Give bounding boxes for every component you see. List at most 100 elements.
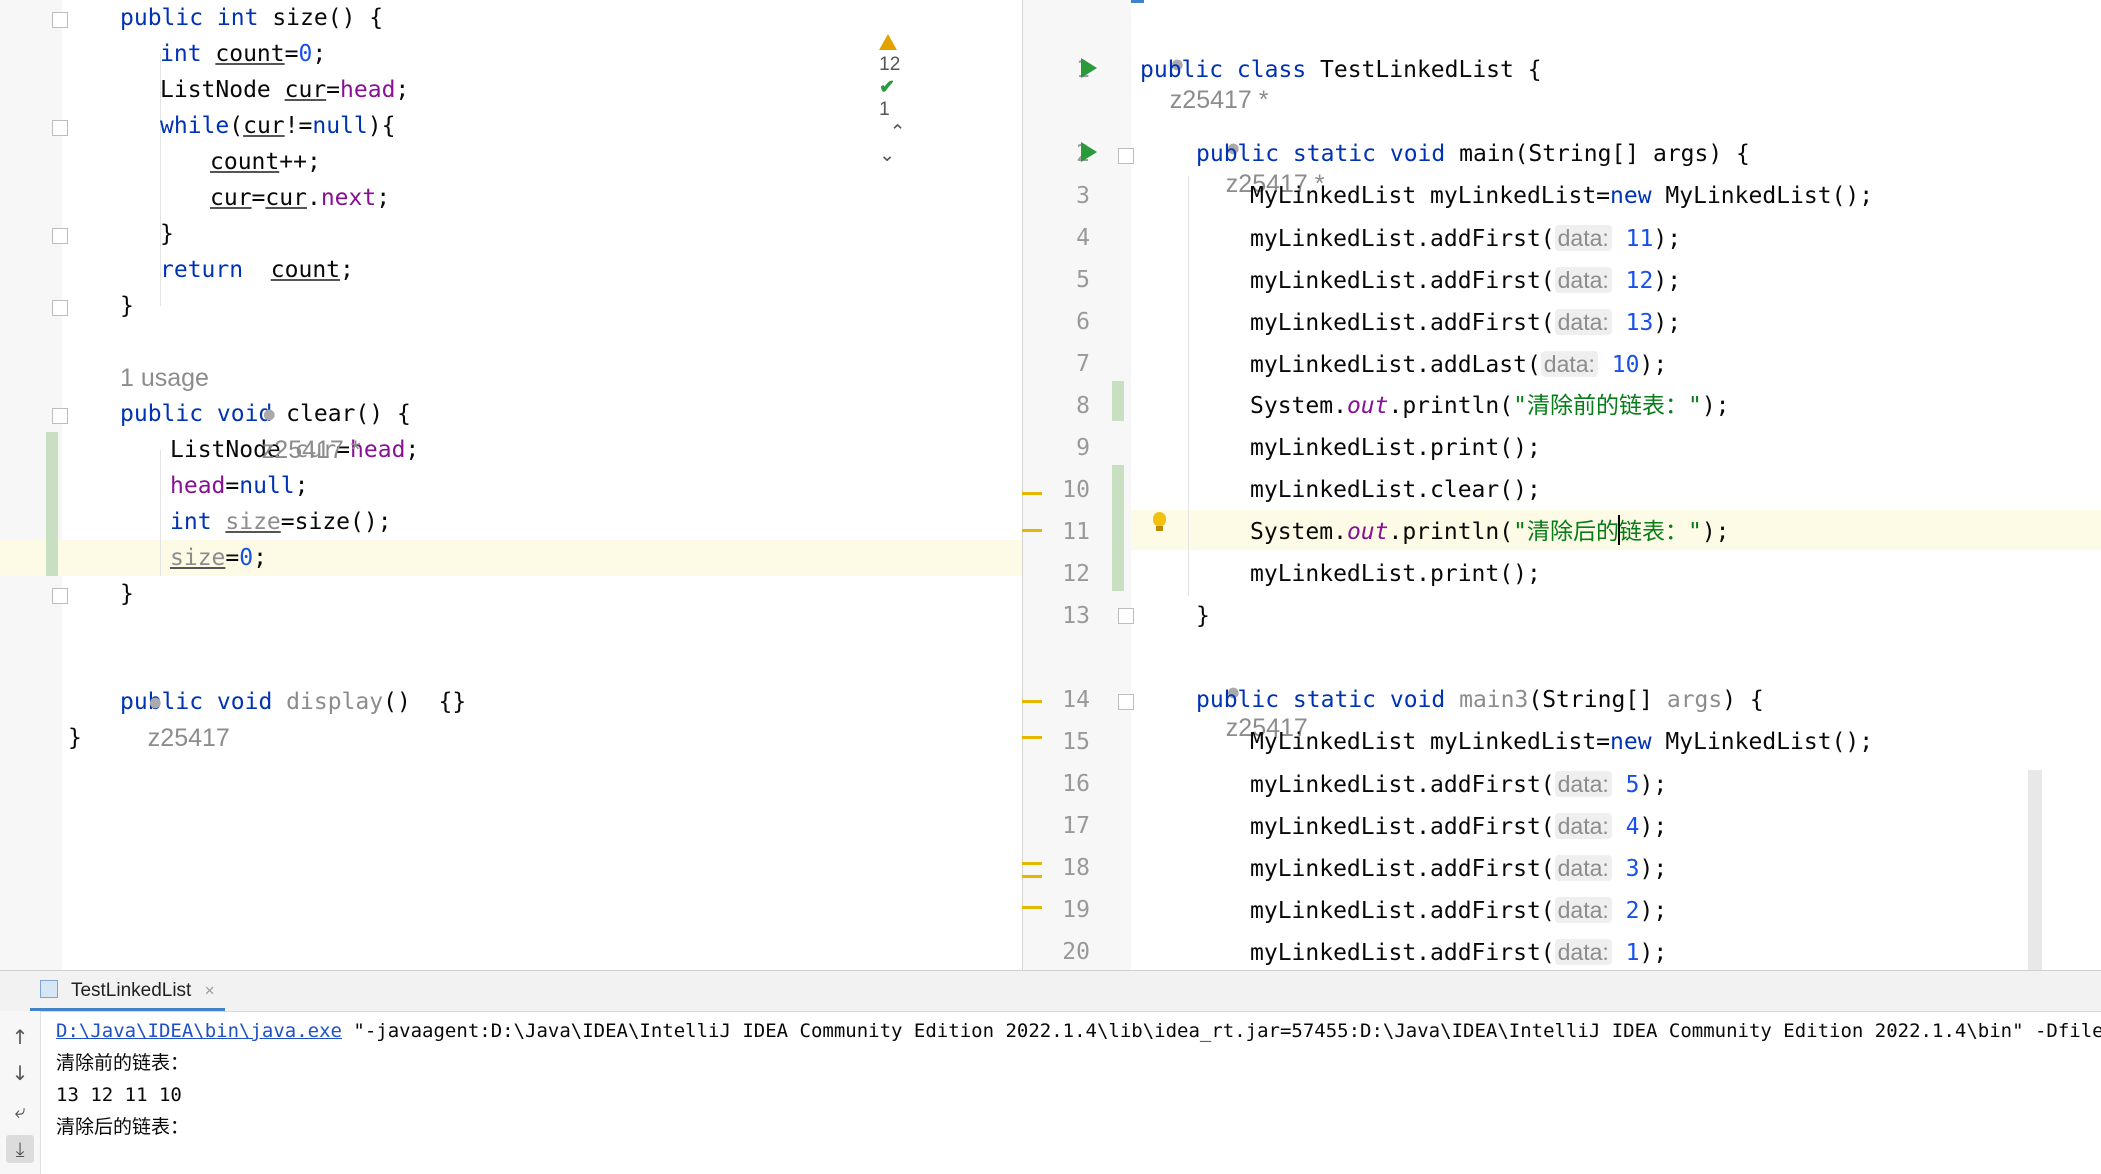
code-line-size-end[interactable]: }: [120, 288, 134, 324]
code-token: data:: [1554, 267, 1612, 293]
code-line-clear[interactable]: myLinkedList.clear();: [1250, 472, 1541, 508]
fold-icon[interactable]: [52, 12, 68, 28]
code-line-new-list[interactable]: MyLinkedList myLinkedList=new MyLinkedLi…: [1250, 178, 1873, 214]
code-line-print-before[interactable]: System.out.println("清除前的链表：");: [1250, 388, 1730, 424]
code-line-add11[interactable]: myLinkedList.addFirst(data: 11);: [1250, 220, 1681, 257]
code-token: head: [340, 77, 396, 103]
code-line-add5[interactable]: myLinkedList.addFirst(data: 5);: [1250, 766, 1667, 803]
run-icon[interactable]: [1081, 142, 1097, 162]
code-token: (String[]: [1528, 687, 1667, 713]
line-number: 7: [1076, 351, 1090, 377]
soft-wrap-icon[interactable]: ⤶: [6, 1097, 34, 1125]
usage-hint[interactable]: 1 usage: [120, 360, 209, 396]
code-token: args: [1666, 687, 1723, 713]
code-token: =: [225, 545, 240, 571]
code-line-add1[interactable]: myLinkedList.addFirst(data: 1);: [1250, 934, 1667, 970]
code-line-add3[interactable]: myLinkedList.addFirst(data: 3);: [1250, 850, 1667, 887]
code-line-main3-sig[interactable]: public static void main3(String[] args) …: [1196, 682, 1764, 718]
code-line-class-sig[interactable]: public class TestLinkedList {: [1140, 52, 1542, 88]
code-token: display: [286, 689, 384, 715]
fold-icon[interactable]: [52, 300, 68, 316]
console-output-line: 清除后的链表：: [56, 1116, 190, 1138]
warning-stripe: [1022, 700, 1042, 703]
scroll-to-end-icon[interactable]: ⤓: [6, 1135, 34, 1163]
code-line-return[interactable]: return count;: [160, 252, 354, 288]
code-line-add4[interactable]: myLinkedList.addFirst(data: 4);: [1250, 808, 1667, 845]
fold-icon[interactable]: [1118, 608, 1134, 624]
code-line-while-end[interactable]: }: [160, 216, 174, 252]
left-editor-pane[interactable]: public int size() {int count=0; ListNode …: [0, 0, 1022, 970]
fold-icon[interactable]: [1118, 148, 1134, 164]
code-token: data:: [1554, 771, 1612, 797]
code-line-cur-next[interactable]: cur=cur.next;: [210, 180, 390, 216]
warning-stripe: [1022, 906, 1042, 909]
warning-stripe: [1022, 862, 1042, 865]
indent-guide: [1188, 176, 1189, 596]
scroll-down-icon[interactable]: ↓: [6, 1059, 34, 1087]
code-token: 3: [1611, 856, 1640, 882]
code-line-print1[interactable]: myLinkedList.print();: [1250, 430, 1541, 466]
console-icon: [40, 980, 58, 998]
fold-icon[interactable]: [52, 120, 68, 136]
code-token: 0: [239, 545, 254, 571]
scroll-marker: [2028, 770, 2042, 970]
run-tab-testlinkedlist[interactable]: TestLinkedList ×: [30, 971, 225, 1011]
code-line-add13[interactable]: myLinkedList.addFirst(data: 13);: [1250, 304, 1681, 341]
code-token: !=: [284, 113, 313, 139]
close-icon[interactable]: ×: [205, 981, 215, 1000]
code-token: );: [1639, 898, 1668, 924]
code-line-cur-decl[interactable]: ListNode cur=head;: [160, 72, 409, 108]
run-tool-window[interactable]: TestLinkedList × ↑ ↓ ⤶ ⤓ D:\Java\IDEA\bi…: [0, 970, 2101, 1174]
line-number: 16: [1062, 771, 1090, 797]
java-exe-link[interactable]: D:\Java\IDEA\bin\java.exe: [56, 1020, 342, 1042]
code-token: MyLinkedList myLinkedList=: [1250, 183, 1611, 209]
code-line-add2[interactable]: myLinkedList.addFirst(data: 2);: [1250, 892, 1667, 929]
code-line-main-sig[interactable]: public static void main(String[] args) {: [1196, 136, 1750, 172]
line-number: 3: [1076, 183, 1090, 209]
code-line-add10[interactable]: myLinkedList.addLast(data: 10);: [1250, 346, 1667, 383]
code-token: myLinkedList.addFirst(: [1250, 814, 1555, 840]
code-line-print2[interactable]: myLinkedList.print();: [1250, 556, 1541, 592]
vcs-change-marker: [46, 432, 58, 576]
right-editor-pane[interactable]: 1 2 3 4 5 6 7 8 9 10 11 12 13 14 15 16 17 18 19 20 ● z25417…: [1022, 0, 2101, 970]
code-token: null: [312, 113, 368, 139]
code-token: }: [160, 221, 174, 247]
scroll-up-icon[interactable]: ↑: [6, 1023, 34, 1051]
inspection-widget[interactable]: 12 ✔ 1 ⌃ ⌄: [858, 10, 916, 189]
code-line-add12[interactable]: myLinkedList.addFirst(data: 12);: [1250, 262, 1681, 299]
code-line-new-list2[interactable]: MyLinkedList myLinkedList=new MyLinkedLi…: [1250, 724, 1873, 760]
code-line-count-decl[interactable]: int count=0;: [160, 36, 326, 72]
code-line-count-inc[interactable]: count++;: [210, 144, 321, 180]
console-output-line: 13 12 11 10: [56, 1084, 182, 1106]
code-line-main-end[interactable]: }: [1196, 598, 1210, 634]
fold-icon[interactable]: [52, 408, 68, 424]
code-token: data:: [1554, 309, 1612, 335]
code-token: ;: [395, 77, 410, 103]
run-icon[interactable]: [1081, 58, 1097, 78]
code-line-size-zero[interactable]: size=0;: [170, 540, 267, 576]
code-line-while[interactable]: while(cur!=null){: [160, 108, 395, 144]
code-token: MyLinkedList();: [1665, 729, 1874, 755]
check-icon: ✔: [879, 77, 896, 98]
code-token: public static void: [1196, 141, 1460, 167]
code-token: }: [1196, 603, 1210, 629]
code-line-size-decl[interactable]: int size=size();: [170, 504, 392, 540]
text-caret: [1618, 515, 1620, 545]
warning-stripe: [1022, 736, 1042, 739]
fold-icon[interactable]: [1118, 694, 1134, 710]
code-token: =: [284, 41, 299, 67]
chevron-down-icon[interactable]: ⌄: [879, 145, 895, 166]
code-line-clear-end[interactable]: }: [120, 576, 134, 612]
chevron-up-icon[interactable]: ⌃: [879, 122, 916, 143]
line-number: 18: [1062, 855, 1090, 881]
code-token: data:: [1554, 939, 1612, 965]
fold-icon[interactable]: [52, 588, 68, 604]
code-token: cur: [243, 113, 285, 139]
code-token: myLinkedList.addFirst(: [1250, 310, 1555, 336]
code-line-print-after[interactable]: System.out.println("清除后的链表：");: [1250, 514, 1730, 550]
code-token: ListNode: [160, 77, 285, 103]
code-line-class-end[interactable]: }: [68, 720, 82, 756]
lightbulb-icon[interactable]: [1153, 512, 1166, 526]
fold-icon[interactable]: [52, 228, 68, 244]
code-line-size-sig[interactable]: public int size() {: [120, 0, 383, 36]
